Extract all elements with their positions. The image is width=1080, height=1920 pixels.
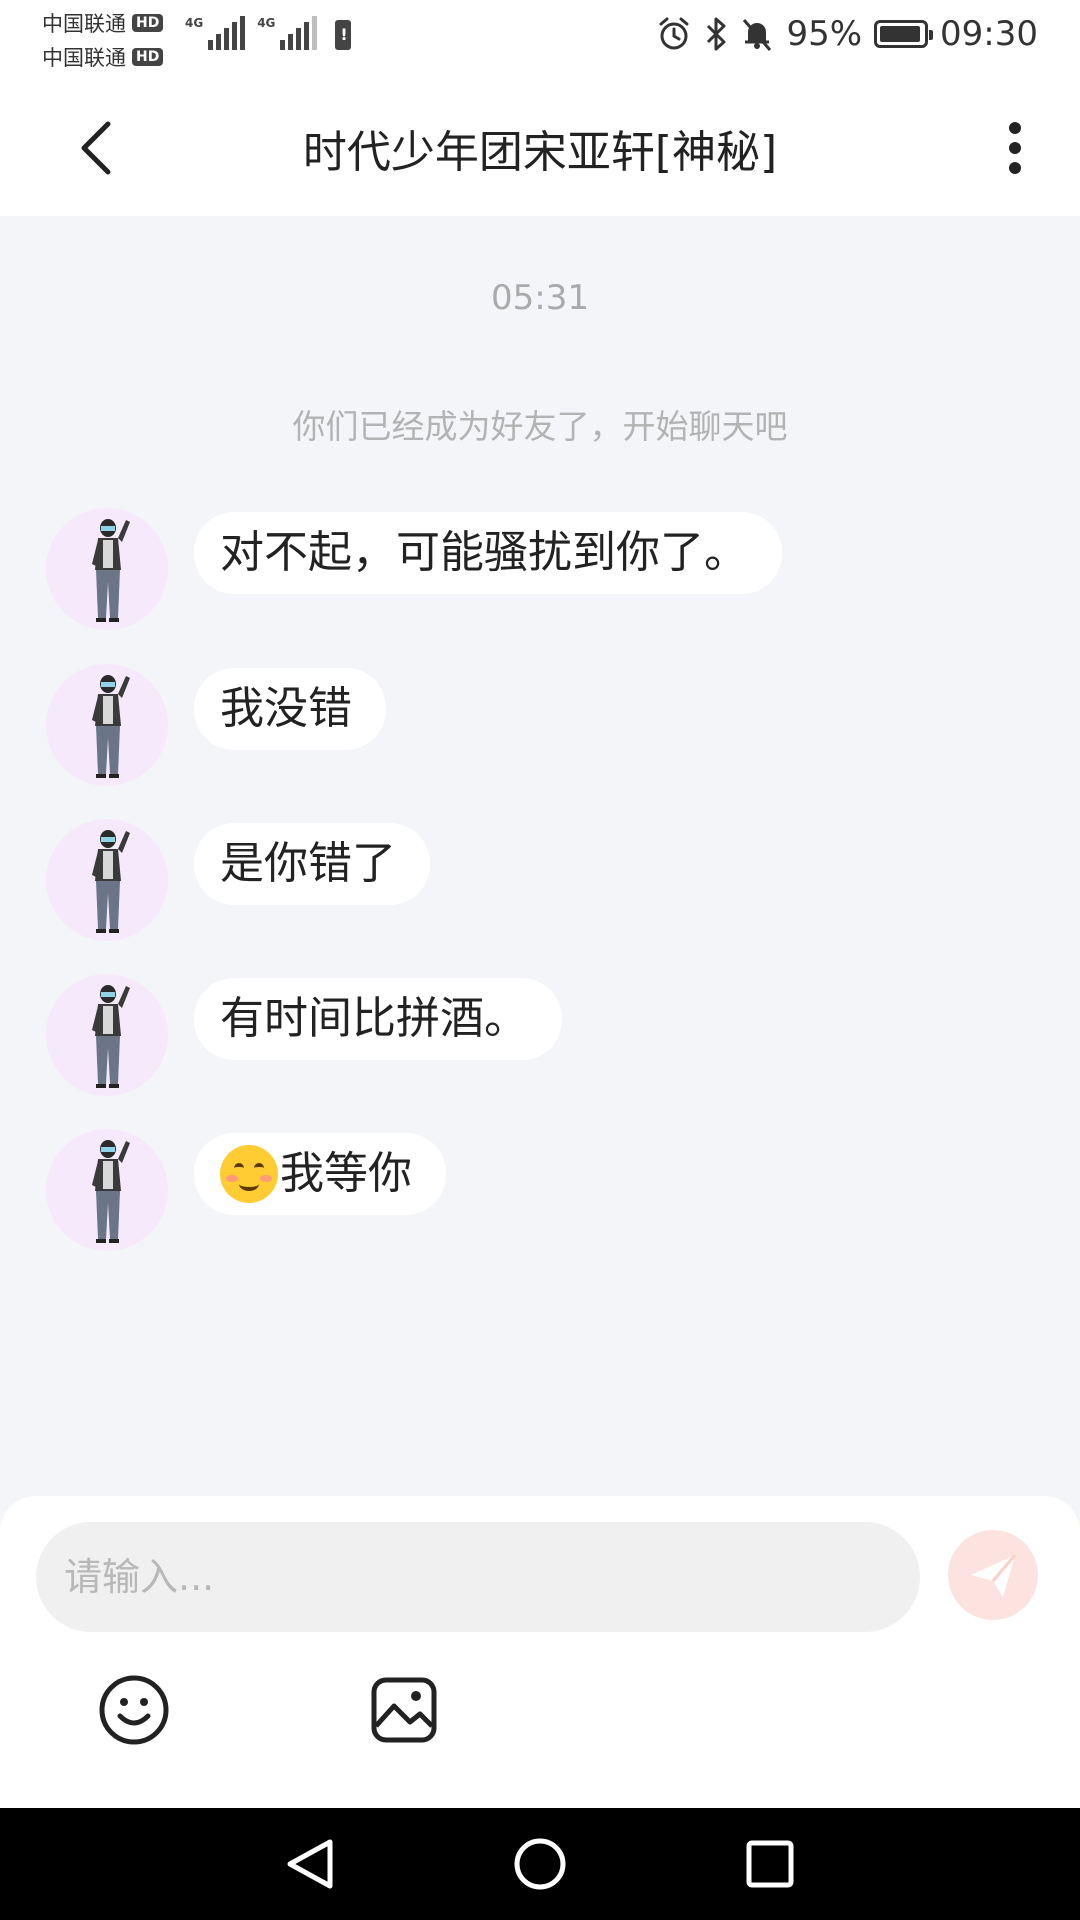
nav-back-button[interactable] <box>280 1834 340 1894</box>
page-title: 时代少年团宋亚轩[神秘] <box>302 127 778 178</box>
message-row: 对不起，可能骚扰到你了。 <box>46 508 782 632</box>
circle-home-icon <box>514 1838 566 1890</box>
carrier-1: 中国联通 HD <box>42 8 164 38</box>
avatar[interactable] <box>46 1129 168 1251</box>
more-options-button[interactable] <box>980 110 1050 186</box>
message-row: 我没错 <box>46 664 386 788</box>
carrier-1-label: 中国联通 <box>42 12 126 36</box>
more-vertical-icon <box>1009 122 1021 174</box>
triangle-back-icon <box>287 1839 333 1889</box>
system-message: 你们已经成为好友了，开始聊天吧 <box>292 407 788 446</box>
alarm-icon <box>659 17 689 50</box>
network-type-1: 4G <box>185 16 204 30</box>
smiling-face-emoji <box>220 1145 278 1203</box>
nav-home-button[interactable] <box>510 1834 570 1894</box>
message-timestamp: 05:31 <box>491 278 589 318</box>
mute-bell-icon <box>743 19 772 51</box>
message-row: 我等你 <box>46 1129 446 1253</box>
message-text: 我没错 <box>220 683 352 734</box>
avatar[interactable] <box>46 508 168 630</box>
message-bubble[interactable]: 我等你 <box>194 1133 446 1215</box>
battery-icon <box>874 20 934 48</box>
carrier-2: 中国联通 HD <box>42 42 164 72</box>
signal-indicators: 4G 4G <box>185 16 352 50</box>
message-text: 有时间比拼酒。 <box>220 993 528 1044</box>
system-navigation-bar <box>0 1808 1080 1920</box>
avatar[interactable] <box>46 819 168 941</box>
battery-percent: 95% <box>786 14 863 54</box>
message-text: 是你错了 <box>220 838 396 889</box>
message-text: 我等你 <box>280 1148 412 1199</box>
hd-badge: HD <box>132 48 164 66</box>
status-right: 95% 09:30 <box>656 14 1038 54</box>
emoji-button[interactable] <box>96 1672 172 1748</box>
image-icon <box>371 1677 437 1743</box>
hd-badge: HD <box>132 14 164 32</box>
chat-header: 时代少年团宋亚轩[神秘] <box>0 80 1080 216</box>
nav-recents-button[interactable] <box>740 1834 800 1894</box>
message-row: 是你错了 <box>46 819 430 943</box>
back-button[interactable] <box>64 110 128 186</box>
message-bubble[interactable]: 有时间比拼酒。 <box>194 978 562 1060</box>
bluetooth-icon <box>707 17 726 51</box>
battery-saver-icon <box>335 20 352 50</box>
carrier-2-label: 中国联通 <box>42 46 126 70</box>
status-bar: 中国联通 HD 中国联通 HD 4G 4G 95% <box>0 0 1080 80</box>
message-bubble[interactable]: 是你错了 <box>194 823 430 905</box>
square-recents-icon <box>746 1840 794 1888</box>
message-composer <box>0 1496 1080 1808</box>
battery-fill <box>880 26 920 42</box>
message-text: 对不起，可能骚扰到你了。 <box>220 527 748 578</box>
avatar[interactable] <box>46 664 168 786</box>
image-button[interactable] <box>366 1672 442 1748</box>
signal-strength-icon: 4G <box>185 16 246 50</box>
clock: 09:30 <box>940 14 1038 54</box>
send-button[interactable] <box>948 1530 1038 1620</box>
send-plane-icon <box>971 1554 1017 1597</box>
message-input[interactable] <box>36 1522 920 1632</box>
chevron-left-icon <box>81 121 111 175</box>
signal-strength-icon: 4G <box>257 16 318 50</box>
message-row: 有时间比拼酒。 <box>46 974 562 1098</box>
smiley-icon <box>99 1675 169 1745</box>
message-bubble[interactable]: 我没错 <box>194 668 386 750</box>
network-type-2: 4G <box>257 16 276 30</box>
avatar[interactable] <box>46 974 168 1096</box>
message-bubble[interactable]: 对不起，可能骚扰到你了。 <box>194 512 782 594</box>
